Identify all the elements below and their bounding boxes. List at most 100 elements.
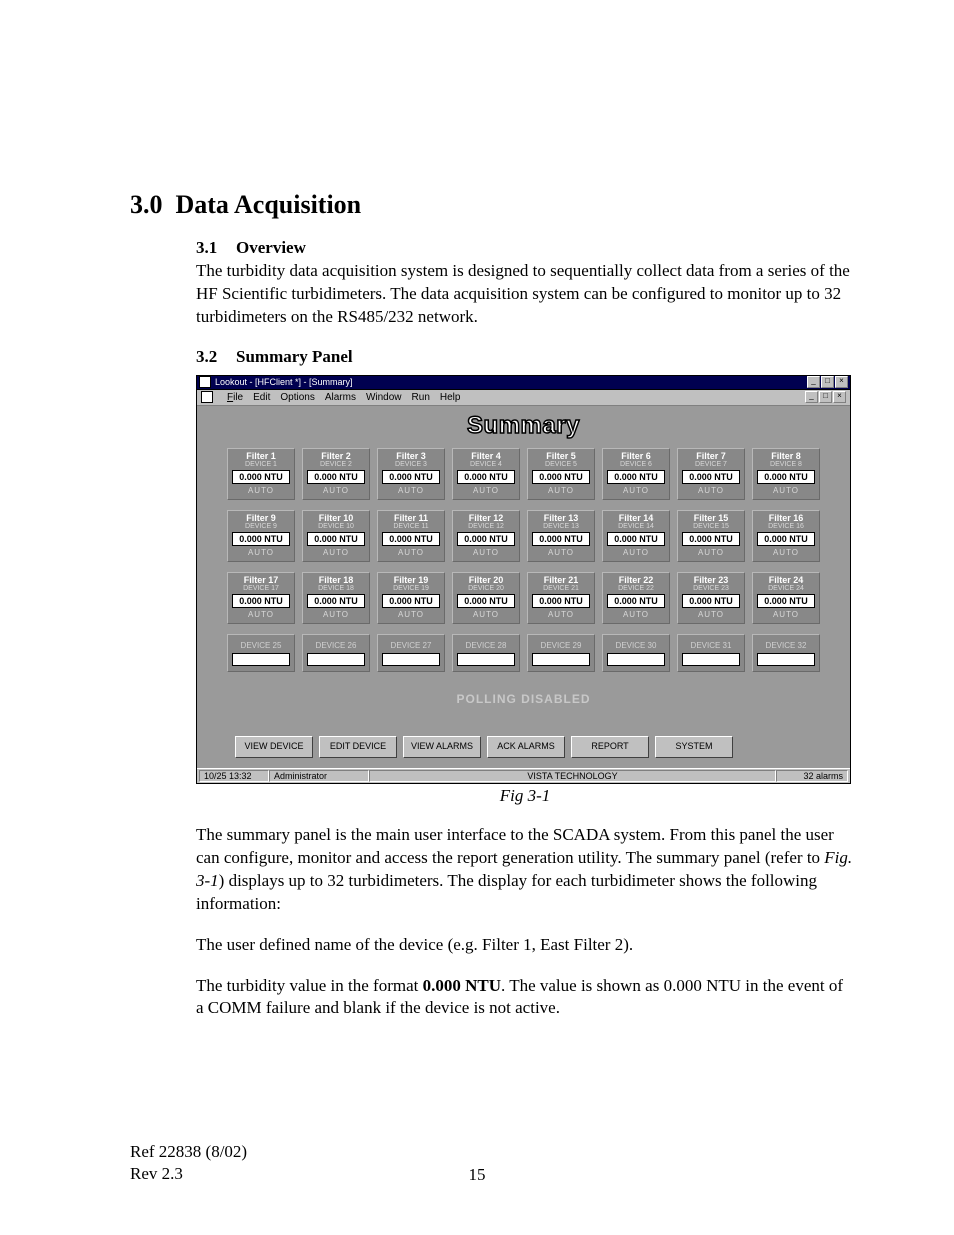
device-id: DEVICE 22 xyxy=(606,585,666,592)
menu-help[interactable]: Help xyxy=(440,392,461,403)
device-mode: AUTO xyxy=(606,611,666,619)
device-tile[interactable]: Filter 11DEVICE 110.000 NTUAUTO xyxy=(377,510,445,562)
mdi-icon xyxy=(201,391,213,403)
device-tile-inactive[interactable]: DEVICE 30 xyxy=(602,634,670,672)
device-tile[interactable]: Filter 21DEVICE 210.000 NTUAUTO xyxy=(527,572,595,624)
device-tile[interactable]: Filter 9DEVICE 90.000 NTUAUTO xyxy=(227,510,295,562)
device-tile[interactable]: Filter 18DEVICE 180.000 NTUAUTO xyxy=(302,572,370,624)
view-alarms-button[interactable]: VIEW ALARMS xyxy=(403,736,481,758)
device-tile-inactive[interactable]: DEVICE 28 xyxy=(452,634,520,672)
device-tile[interactable]: Filter 24DEVICE 240.000 NTUAUTO xyxy=(752,572,820,624)
device-tile[interactable]: Filter 22DEVICE 220.000 NTUAUTO xyxy=(602,572,670,624)
device-tile-inactive[interactable]: DEVICE 29 xyxy=(527,634,595,672)
device-name: Filter 12 xyxy=(456,514,516,523)
device-tile-inactive[interactable]: DEVICE 26 xyxy=(302,634,370,672)
device-mode: AUTO xyxy=(531,549,591,557)
device-name: Filter 17 xyxy=(231,576,291,585)
menu-run[interactable]: Run xyxy=(412,392,430,403)
device-tile[interactable]: Filter 14DEVICE 140.000 NTUAUTO xyxy=(602,510,670,562)
device-id: DEVICE 9 xyxy=(231,523,291,530)
ntu-format-bold: 0.000 NTU xyxy=(423,976,501,995)
menu-window[interactable]: Window xyxy=(366,392,402,403)
device-value: 0.000 NTU xyxy=(757,594,815,608)
device-mode: AUTO xyxy=(456,549,516,557)
titlebar-outer[interactable]: Lookout - [HFClient *] - [Summary] _ □ × xyxy=(197,376,850,390)
device-value: 0.000 NTU xyxy=(682,594,740,608)
device-tile[interactable]: Filter 2DEVICE 20.000 NTUAUTO xyxy=(302,448,370,500)
device-tile[interactable]: Filter 4DEVICE 40.000 NTUAUTO xyxy=(452,448,520,500)
device-tile[interactable]: Filter 10DEVICE 100.000 NTUAUTO xyxy=(302,510,370,562)
device-mode: AUTO xyxy=(756,549,816,557)
device-name: Filter 24 xyxy=(756,576,816,585)
menu-alarms[interactable]: Alarms xyxy=(325,392,356,403)
device-tile[interactable]: Filter 3DEVICE 30.000 NTUAUTO xyxy=(377,448,445,500)
edit-device-button[interactable]: EDIT DEVICE xyxy=(319,736,397,758)
device-mode: AUTO xyxy=(606,549,666,557)
device-value: 0.000 NTU xyxy=(382,470,440,484)
close-icon[interactable]: × xyxy=(835,376,848,388)
device-id: DEVICE 25 xyxy=(231,642,291,650)
mdi-minimize-icon[interactable]: _ xyxy=(805,391,818,403)
app-screenshot: Lookout - [HFClient *] - [Summary] _ □ ×… xyxy=(196,375,851,784)
device-tile-inactive[interactable]: DEVICE 31 xyxy=(677,634,745,672)
device-id: DEVICE 26 xyxy=(306,642,366,650)
device-tile[interactable]: Filter 1DEVICE 10.000 NTUAUTO xyxy=(227,448,295,500)
menu-options[interactable]: Options xyxy=(280,392,314,403)
device-tile-inactive[interactable]: DEVICE 32 xyxy=(752,634,820,672)
device-name: Filter 19 xyxy=(381,576,441,585)
device-tile[interactable]: Filter 8DEVICE 80.000 NTUAUTO xyxy=(752,448,820,500)
device-name: Filter 3 xyxy=(381,452,441,461)
device-name: Filter 15 xyxy=(681,514,741,523)
device-id: DEVICE 7 xyxy=(681,461,741,468)
device-tile[interactable]: Filter 20DEVICE 200.000 NTUAUTO xyxy=(452,572,520,624)
device-id: DEVICE 2 xyxy=(306,461,366,468)
device-id: DEVICE 27 xyxy=(381,642,441,650)
device-id: DEVICE 3 xyxy=(381,461,441,468)
device-tile[interactable]: Filter 12DEVICE 120.000 NTUAUTO xyxy=(452,510,520,562)
device-tile-inactive[interactable]: DEVICE 25 xyxy=(227,634,295,672)
view-device-button[interactable]: VIEW DEVICE xyxy=(235,736,313,758)
device-value: 0.000 NTU xyxy=(532,532,590,546)
ack-alarms-button[interactable]: ACK ALARMS xyxy=(487,736,565,758)
device-name: Filter 20 xyxy=(456,576,516,585)
device-tile[interactable]: Filter 23DEVICE 230.000 NTUAUTO xyxy=(677,572,745,624)
device-value: 0.000 NTU xyxy=(457,532,515,546)
device-id: DEVICE 16 xyxy=(756,523,816,530)
device-tile[interactable]: Filter 16DEVICE 160.000 NTUAUTO xyxy=(752,510,820,562)
device-tile[interactable]: Filter 19DEVICE 190.000 NTUAUTO xyxy=(377,572,445,624)
page: 3.0 Data Acquisition 3.1Overview The tur… xyxy=(0,0,954,1235)
maximize-icon[interactable]: □ xyxy=(821,376,834,388)
system-button[interactable]: SYSTEM xyxy=(655,736,733,758)
device-id: DEVICE 15 xyxy=(681,523,741,530)
menu-file[interactable]: File xyxy=(227,392,243,403)
device-tile[interactable]: Filter 17DEVICE 170.000 NTUAUTO xyxy=(227,572,295,624)
device-name: Filter 14 xyxy=(606,514,666,523)
device-value: 0.000 NTU xyxy=(457,470,515,484)
device-value: 0.000 NTU xyxy=(232,594,290,608)
menu-edit[interactable]: Edit xyxy=(253,392,270,403)
device-id: DEVICE 13 xyxy=(531,523,591,530)
device-name: Filter 1 xyxy=(231,452,291,461)
mdi-maximize-icon[interactable]: □ xyxy=(819,391,832,403)
window-title: Lookout - [HFClient *] - [Summary] xyxy=(215,377,807,387)
device-id: DEVICE 11 xyxy=(381,523,441,530)
footer-page-number: 15 xyxy=(0,1165,954,1185)
device-tile-inactive[interactable]: DEVICE 27 xyxy=(377,634,445,672)
report-button[interactable]: REPORT xyxy=(571,736,649,758)
device-tile[interactable]: Filter 13DEVICE 130.000 NTUAUTO xyxy=(527,510,595,562)
device-tile[interactable]: Filter 15DEVICE 150.000 NTUAUTO xyxy=(677,510,745,562)
device-id: DEVICE 30 xyxy=(606,642,666,650)
device-id: DEVICE 18 xyxy=(306,585,366,592)
device-id: DEVICE 23 xyxy=(681,585,741,592)
section-title: Data Acquisition xyxy=(176,190,362,219)
device-tile[interactable]: Filter 6DEVICE 60.000 NTUAUTO xyxy=(602,448,670,500)
device-name: Filter 22 xyxy=(606,576,666,585)
device-tile[interactable]: Filter 5DEVICE 50.000 NTUAUTO xyxy=(527,448,595,500)
mdi-close-icon[interactable]: × xyxy=(833,391,846,403)
status-alarms: 32 alarms xyxy=(776,770,848,782)
device-value: 0.000 NTU xyxy=(532,470,590,484)
device-tile[interactable]: Filter 7DEVICE 70.000 NTUAUTO xyxy=(677,448,745,500)
minimize-icon[interactable]: _ xyxy=(807,376,820,388)
device-value: 0.000 NTU xyxy=(607,470,665,484)
device-id: DEVICE 4 xyxy=(456,461,516,468)
